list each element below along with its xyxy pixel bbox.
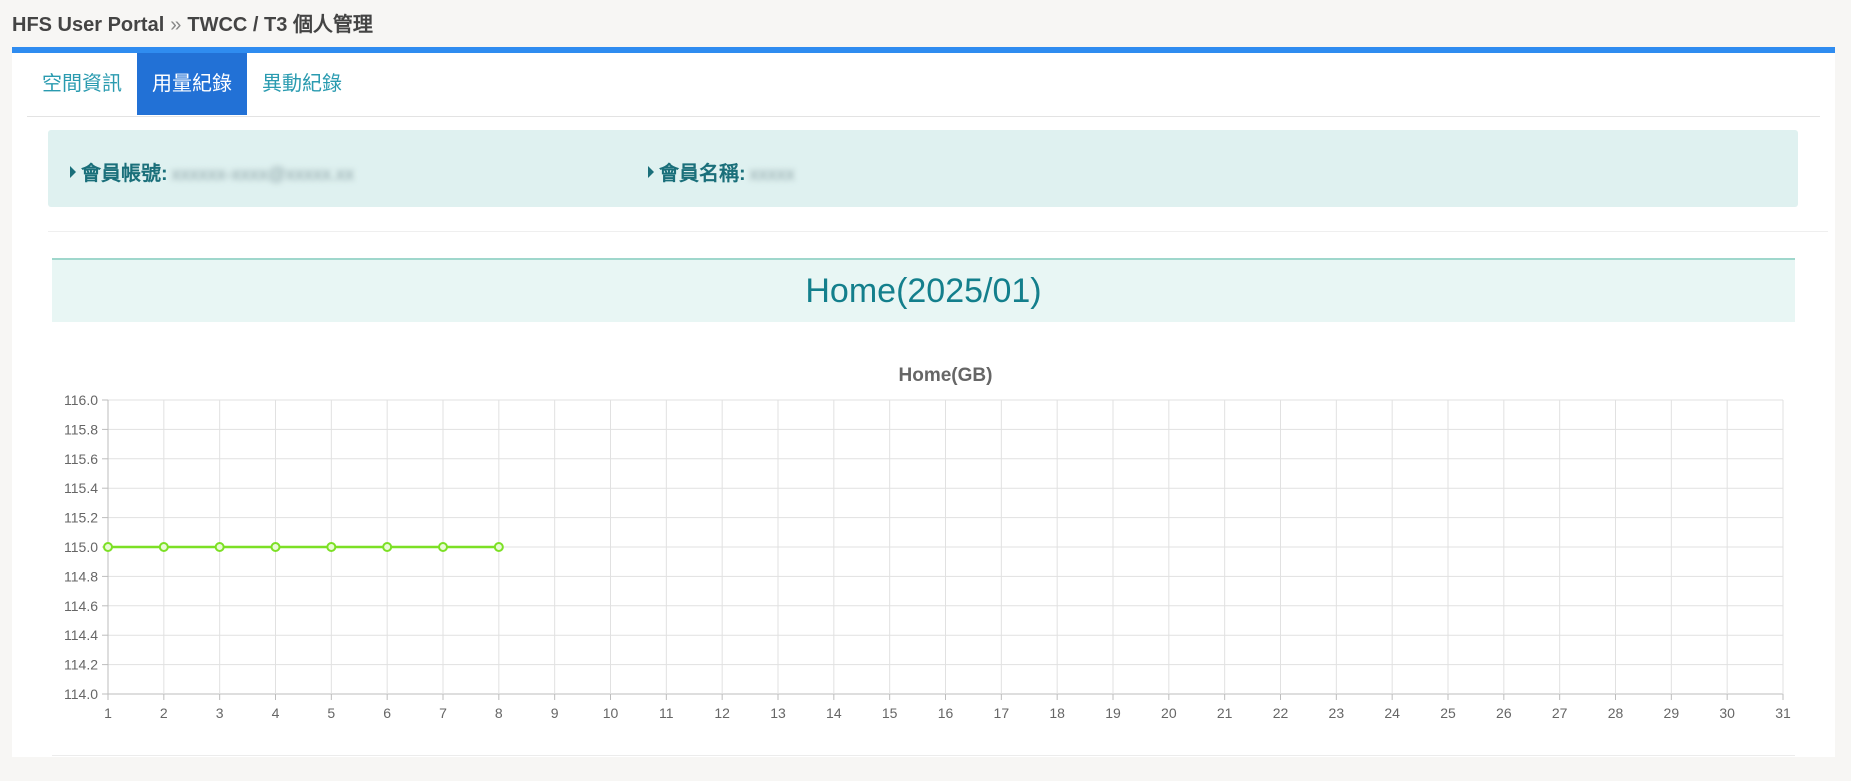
chart-title: Home(GB) [899, 365, 993, 386]
x-tick-label: 17 [994, 705, 1010, 721]
data-point [214, 542, 225, 552]
y-tick-label: 114.0 [64, 686, 98, 702]
y-tick-label: 115.2 [64, 510, 98, 526]
main-card: 空間資訊 用量紀錄 異動紀錄 會員帳號: xxxxxx-xxxx@xxxxx.xx… [12, 47, 1835, 757]
breadcrumb-current: TWCC / T3 個人管理 [187, 14, 373, 36]
member-name-value: xxxxx [749, 164, 795, 184]
usage-line-chart: Home(GB)114.0114.2114.4114.6114.8115.011… [64, 365, 1791, 721]
x-tick-label: 24 [1384, 705, 1400, 721]
x-tick-label: 10 [603, 705, 619, 721]
y-tick-label: 114.8 [64, 568, 98, 584]
x-tick-label: 23 [1329, 705, 1345, 721]
x-tick-label: 31 [1775, 705, 1791, 721]
section-header: Home(2025/01) [52, 258, 1795, 322]
breadcrumb: HFS User Portal » TWCC / T3 個人管理 [12, 8, 373, 37]
x-tick-label: 27 [1552, 705, 1568, 721]
data-point [270, 542, 281, 552]
x-tick-label: 6 [383, 705, 391, 721]
section-title: Home(2025/01) [805, 272, 1042, 310]
member-info-box: 會員帳號: xxxxxx-xxxx@xxxxx.xx 會員名稱: xxxxx [48, 130, 1798, 207]
caret-right-icon [648, 166, 654, 178]
breadcrumb-separator: » [170, 14, 182, 36]
x-tick-label: 29 [1664, 705, 1680, 721]
member-account-value: xxxxxx-xxxx@xxxxx.xx [171, 164, 354, 184]
data-point [382, 542, 393, 552]
y-tick-label: 115.0 [64, 539, 98, 555]
x-tick-label: 7 [439, 705, 447, 721]
breadcrumb-root[interactable]: HFS User Portal [12, 14, 164, 36]
tab-space-info[interactable]: 空間資訊 [27, 53, 137, 115]
x-tick-label: 14 [826, 705, 842, 721]
x-tick-label: 4 [272, 705, 280, 721]
y-tick-label: 114.4 [64, 627, 98, 643]
tab-change-records[interactable]: 異動紀錄 [247, 53, 357, 115]
data-point [103, 542, 113, 552]
bottom-divider [52, 755, 1795, 756]
x-tick-label: 16 [938, 705, 954, 721]
y-tick-label: 114.6 [64, 598, 98, 614]
data-point [326, 542, 337, 552]
x-tick-label: 30 [1719, 705, 1735, 721]
divider [48, 231, 1828, 232]
top-bar: HFS User Portal » TWCC / T3 個人管理 [0, 0, 1851, 48]
y-tick-label: 114.2 [64, 657, 98, 673]
tab-bar: 空間資訊 用量紀錄 異動紀錄 [27, 53, 1820, 117]
x-tick-label: 18 [1049, 705, 1065, 721]
x-tick-label: 25 [1440, 705, 1456, 721]
x-tick-label: 5 [327, 705, 335, 721]
x-tick-label: 21 [1217, 705, 1233, 721]
x-tick-label: 26 [1496, 705, 1512, 721]
x-tick-label: 13 [770, 705, 786, 721]
member-account-label: 會員帳號: [81, 163, 168, 185]
x-tick-label: 15 [882, 705, 898, 721]
x-tick-label: 8 [495, 705, 503, 721]
y-tick-label: 115.8 [64, 421, 98, 437]
tab-usage-records[interactable]: 用量紀錄 [137, 53, 247, 115]
x-tick-label: 1 [104, 705, 112, 721]
x-tick-label: 20 [1161, 705, 1177, 721]
member-name-label: 會員名稱: [659, 163, 746, 185]
x-tick-label: 2 [160, 705, 168, 721]
y-tick-label: 115.4 [64, 480, 98, 496]
x-tick-label: 11 [659, 705, 674, 721]
y-tick-label: 116.0 [64, 392, 98, 408]
x-tick-label: 22 [1273, 705, 1289, 721]
x-tick-label: 12 [714, 705, 730, 721]
x-tick-label: 19 [1105, 705, 1121, 721]
y-tick-label: 115.6 [64, 451, 98, 467]
x-tick-label: 28 [1608, 705, 1624, 721]
caret-right-icon [70, 166, 76, 178]
x-tick-label: 3 [216, 705, 224, 721]
member-name-field: 會員名稱: xxxxx [648, 157, 795, 186]
data-point [438, 542, 448, 552]
member-account-field: 會員帳號: xxxxxx-xxxx@xxxxx.xx [70, 157, 354, 186]
usage-chart-container: Home(GB) 114.0 114.2 114.4 114.6 114.8 115.0 11… [12, 356, 1835, 776]
data-point [493, 542, 504, 552]
data-point [158, 542, 169, 552]
x-tick-label: 9 [551, 705, 559, 721]
